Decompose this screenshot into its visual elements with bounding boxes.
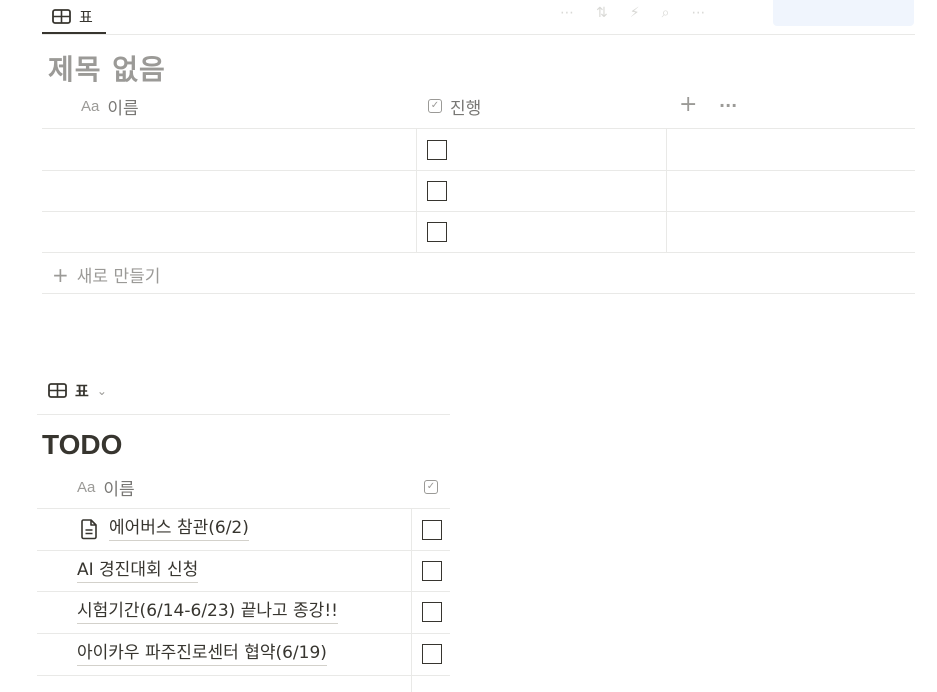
- table-row[interactable]: 시험기간(6/14-6/23) 끝나고 종강!!: [77, 600, 338, 624]
- page-icon: [81, 519, 97, 540]
- todo-checkbox[interactable]: [422, 561, 442, 581]
- lightning-icon[interactable]: ⚡: [630, 5, 640, 21]
- column-header-name[interactable]: Aa 이름: [77, 467, 135, 507]
- row-divider: [37, 633, 450, 634]
- row-title: 에어버스 참관(6/2): [109, 517, 249, 541]
- more-options-button[interactable]: ···: [719, 96, 737, 115]
- add-property-button[interactable]: +: [679, 92, 697, 117]
- database-title[interactable]: 제목 없음: [48, 48, 166, 88]
- progress-checkbox[interactable]: [427, 222, 447, 242]
- filter-icon[interactable]: ⋯: [560, 5, 574, 21]
- row-divider: [37, 550, 450, 551]
- search-icon[interactable]: ⌕: [662, 5, 670, 21]
- column-divider: [666, 129, 667, 253]
- todo-checkbox[interactable]: [422, 644, 442, 664]
- column-header-label: 진행: [450, 98, 482, 119]
- row-divider: [37, 591, 450, 592]
- table-row[interactable]: 에어버스 참관(6/2): [79, 517, 249, 541]
- view-tab-table[interactable]: 표 ⌄: [48, 380, 107, 401]
- view-tab-label: 표: [75, 382, 89, 400]
- table-row[interactable]: AI 경진대회 신청: [77, 559, 199, 583]
- table-row[interactable]: 아이카우 파주진로센터 협약(6/19): [77, 642, 327, 666]
- row-divider: [37, 675, 450, 676]
- new-entry-button[interactable]: [773, 0, 914, 26]
- table-icon: [52, 9, 71, 24]
- column-header-label: 이름: [107, 98, 139, 119]
- table-row-name-cell[interactable]: [42, 171, 416, 211]
- text-property-icon: Aa: [77, 478, 96, 496]
- checkbox-property-icon: ✓: [428, 99, 442, 113]
- row-title: AI 경진대회 신청: [77, 559, 199, 583]
- todo-checkbox[interactable]: [422, 520, 442, 540]
- new-row-button[interactable]: + 새로 만들기: [52, 262, 161, 288]
- row-title: 아이카우 파주진로센터 협약(6/19): [77, 642, 327, 666]
- view-tab-table[interactable]: 표: [42, 0, 106, 33]
- sort-icon[interactable]: ⇅: [596, 5, 608, 21]
- column-header-name[interactable]: Aa 이름: [81, 86, 139, 126]
- table-row-name-cell[interactable]: [42, 212, 416, 252]
- column-header-label: 이름: [103, 479, 135, 500]
- view-tab-divider: [37, 414, 450, 415]
- view-tab-label: 표: [79, 8, 93, 26]
- view-tab-divider: [42, 34, 915, 35]
- header-divider: [37, 508, 450, 509]
- new-row-label: 새로 만들기: [76, 267, 161, 287]
- more-icon[interactable]: ⋯: [691, 5, 705, 21]
- plus-icon: +: [52, 262, 69, 287]
- todo-checkbox[interactable]: [422, 602, 442, 622]
- column-divider: [416, 129, 417, 253]
- row-divider: [42, 252, 915, 253]
- column-header-checkbox[interactable]: ✓: [424, 467, 438, 507]
- text-property-icon: Aa: [81, 97, 100, 115]
- progress-checkbox[interactable]: [427, 181, 447, 201]
- chevron-down-icon: ⌄: [96, 383, 107, 398]
- column-header-progress[interactable]: ✓ 진행: [428, 86, 481, 126]
- new-row-divider: [42, 293, 915, 294]
- checkbox-property-icon: ✓: [424, 480, 438, 494]
- table-row-name-cell[interactable]: [42, 129, 416, 170]
- database-title[interactable]: TODO: [42, 429, 122, 461]
- row-title: 시험기간(6/14-6/23) 끝나고 종강!!: [77, 600, 338, 624]
- progress-checkbox[interactable]: [427, 140, 447, 160]
- column-divider: [411, 509, 412, 692]
- database-toolbar: ⋯ ⇅ ⚡ ⌕ ⋯: [560, 0, 705, 26]
- table-icon: [48, 383, 67, 398]
